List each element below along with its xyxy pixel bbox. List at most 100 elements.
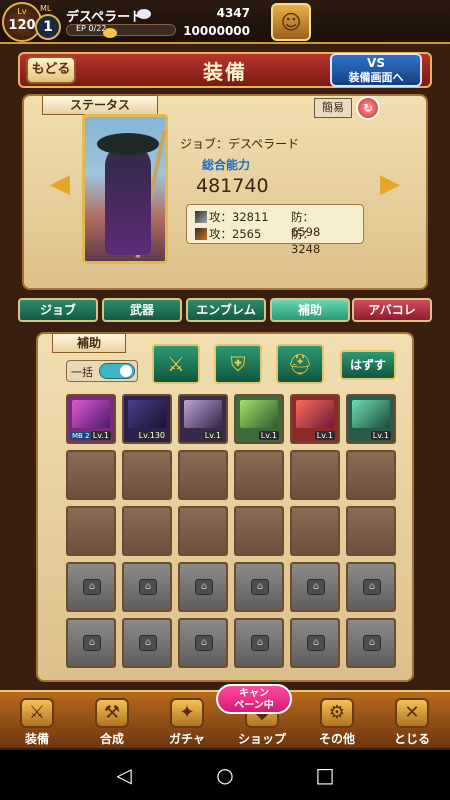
lock-icon: ⌂ [363,635,381,651]
mb-tag: MB 2 [70,432,92,440]
locked-slot: ⌂ [346,562,396,612]
assist-tag: 補助 [52,333,126,353]
simple-view-label[interactable]: 簡易 [314,98,352,118]
sword-icon: ⚔ [167,352,185,376]
mag-defense: 防：3248 [291,227,321,256]
tab-assist[interactable]: 補助 [270,298,350,322]
back-triangle-icon[interactable]: ◁ [112,763,136,787]
nav-label: とじる [393,732,430,746]
empty-slot[interactable] [178,450,228,500]
card-slot-4[interactable]: Lv.1 [234,394,284,444]
vs-sublabel: 装備画面へ [348,71,404,84]
character-portrait-card[interactable] [82,114,168,264]
nav-label: 装備 [24,732,49,746]
tab-emblem[interactable]: エンブレム [186,298,266,322]
card-slot-1[interactable]: MB 2 Lv.1 [66,394,116,444]
lock-icon: ⌂ [139,635,157,651]
bulk-label: 一括 [71,366,93,379]
tab-job[interactable]: ジョブ [18,298,98,322]
nav-close[interactable]: ✕ とじる [375,694,449,748]
nav-other[interactable]: ⚙ その他 [300,694,374,748]
phys-attack: 攻：32811 [209,210,269,224]
bulk-toggle[interactable] [99,363,135,379]
lock-icon: ⌂ [195,579,213,595]
tab-weapon[interactable]: 武器 [102,298,182,322]
empty-slot[interactable] [66,450,116,500]
nav-synthesis[interactable]: ⚒ 合成 [75,694,149,748]
character-portrait-icon: ☺ [280,10,302,34]
bulk-toggle-box[interactable]: 一括 [66,360,138,382]
tab-avatar-collection[interactable]: アバコレ [352,298,432,322]
prev-character-arrow-icon[interactable]: ◀ [48,166,72,202]
gem-icon [136,9,151,19]
locked-slot: ⌂ [122,562,172,612]
weapon-slot-button[interactable]: ⚔ [152,344,200,384]
card-level: Lv.1 [90,431,111,440]
ml-label: ML [40,4,52,13]
card-slot-3[interactable]: Lv.1 [178,394,228,444]
card-art [240,400,278,428]
empty-slot[interactable] [346,450,396,500]
empty-slot[interactable] [122,506,172,556]
back-button[interactable]: もどる [26,56,76,84]
remove-button[interactable]: はずす [340,350,396,380]
next-character-arrow-icon[interactable]: ▶ [378,166,402,202]
nav-label: ショップ [237,732,286,746]
empty-slot[interactable] [290,450,340,500]
empty-slot[interactable] [122,450,172,500]
nav-equip[interactable]: ⚔ 装備 [0,694,74,748]
helmet-slot-button[interactable]: ⛑ [276,344,324,384]
empty-slot[interactable] [290,506,340,556]
android-nav-bar: ◁ ○ □ [0,750,450,800]
lock-icon: ⌂ [251,635,269,651]
empty-slot[interactable] [178,506,228,556]
power-label: 総合能力 [202,158,251,172]
mag-attack: 攻：2565 [209,227,262,241]
lock-icon: ⌂ [139,579,157,595]
hammer-icon: ⚒ [95,698,129,728]
campaign-line1: キャン [239,688,269,699]
vs-equip-button[interactable]: VS 装備画面へ [330,53,422,87]
ml-badge: 1 [35,14,61,40]
card-art [128,400,166,428]
card-level: Lv.1 [258,431,279,440]
armor-slot-button[interactable]: ⛨ [214,344,262,384]
empty-slot[interactable] [234,506,284,556]
assist-card-grid: MB 2 Lv.1 Lv.130 Lv.1 Lv.1 Lv.1 Lv.1 ⌂ ⌂… [66,394,396,670]
nav-gacha[interactable]: ✦ ガチャ [150,694,224,748]
wand-stat-icon [195,228,207,240]
nav-label: 合成 [99,732,124,746]
card-slot-5[interactable]: Lv.1 [290,394,340,444]
card-slot-2[interactable]: Lv.130 [122,394,172,444]
refresh-icon[interactable]: ↻ [356,96,380,120]
locked-slot: ⌂ [234,562,284,612]
card-level: Lv.1 [314,431,335,440]
card-level: Lv.130 [136,431,167,440]
lock-icon: ⌂ [307,635,325,651]
card-art [72,400,110,428]
locked-slot: ⌂ [290,562,340,612]
gear-icon: ⚙ [320,698,354,728]
locked-slot: ⌂ [122,618,172,668]
card-art [352,400,390,428]
locked-slot: ⌂ [66,618,116,668]
nav-label: その他 [318,732,355,746]
recents-square-icon[interactable]: □ [313,763,337,787]
empty-slot[interactable] [66,506,116,556]
locked-slot: ⌂ [178,618,228,668]
toggle-knob [120,365,132,377]
lock-icon: ⌂ [251,579,269,595]
empty-slot[interactable] [234,450,284,500]
physical-stats: 攻：32811 防：6598 [195,209,320,239]
empty-slot[interactable] [346,506,396,556]
character-portrait-button[interactable]: ☺ [271,3,311,41]
campaign-badge[interactable]: キャン ペーン中 [216,684,292,714]
card-art [184,400,222,428]
locked-slot: ⌂ [178,562,228,612]
locked-slot: ⌂ [66,562,116,612]
gem-value: 4347 [216,6,250,20]
card-slot-6[interactable]: Lv.1 [346,394,396,444]
home-circle-icon[interactable]: ○ [213,763,237,787]
lock-icon: ⌂ [83,635,101,651]
job-line: ジョブ：デスペラード [180,137,300,151]
